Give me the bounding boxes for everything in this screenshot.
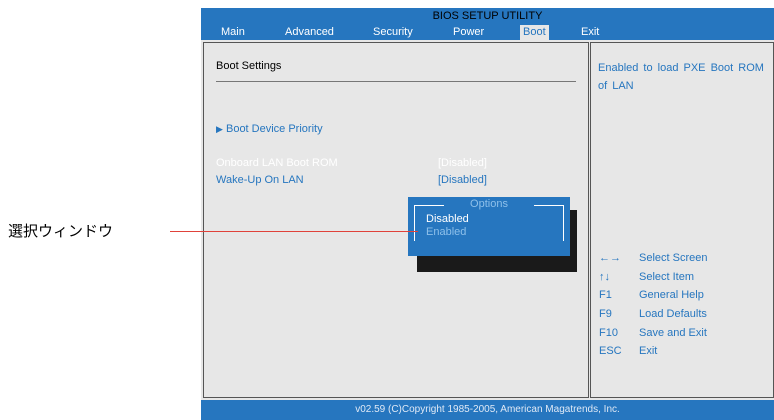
menu-main[interactable]: Main xyxy=(221,25,245,40)
key-desc-load-defaults: Load Defaults xyxy=(639,308,707,320)
options-popup[interactable]: Options Disabled Enabled xyxy=(408,197,570,256)
setting-value-wake-up-on-lan[interactable]: [Disabled] xyxy=(438,174,487,186)
key-esc: ESC xyxy=(599,345,622,357)
copyright-footer: v02.59 (C)Copyright 1985-2005, American … xyxy=(201,400,774,420)
section-divider xyxy=(216,81,576,82)
submenu-arrow-icon: ▶ xyxy=(216,124,223,134)
bios-title: BIOS SETUP UTILITY xyxy=(432,10,543,22)
left-right-arrows-icon: ←→ xyxy=(599,252,621,264)
popup-border xyxy=(414,205,415,241)
key-f9: F9 xyxy=(599,308,612,320)
menu-exit[interactable]: Exit xyxy=(581,25,599,40)
popup-border xyxy=(563,205,564,241)
setting-value-onboard-lan[interactable]: [Disabled] xyxy=(438,157,487,169)
menu-boot[interactable]: Boot xyxy=(520,25,549,40)
menu-advanced[interactable]: Advanced xyxy=(285,25,334,40)
popup-title: Options xyxy=(470,198,508,210)
setting-label-wake-up-on-lan[interactable]: Wake-Up On LAN xyxy=(216,174,304,186)
key-desc-select-item: Select Item xyxy=(639,271,695,283)
key-desc-exit: Exit xyxy=(639,345,658,357)
annotation-leader-line xyxy=(170,231,418,232)
help-description: Enabled to load PXE Boot ROM of LAN xyxy=(598,62,764,92)
annotation-label: 選択ウィンドウ xyxy=(8,222,114,240)
key-desc-select-screen: Select Screen xyxy=(639,252,708,264)
key-desc-save-and-exit: Save and Exit xyxy=(639,327,707,339)
key-desc-general-help: General Help xyxy=(639,289,704,301)
key-f10: F10 xyxy=(599,327,618,339)
menu-power[interactable]: Power xyxy=(453,25,484,40)
option-disabled[interactable]: Disabled xyxy=(426,213,469,225)
menu-bar: Main Advanced Security Power Boot Exit xyxy=(201,25,774,40)
setting-label-onboard-lan[interactable]: Onboard LAN Boot ROM xyxy=(216,157,338,169)
up-down-arrows-icon: ↑↓ xyxy=(599,271,610,283)
section-title: Boot Settings xyxy=(216,60,282,72)
option-enabled[interactable]: Enabled xyxy=(426,226,466,238)
menu-security[interactable]: Security xyxy=(373,25,413,40)
key-f1: F1 xyxy=(599,289,612,301)
boot-device-priority-item[interactable]: ▶ Boot Device Priority xyxy=(216,123,323,135)
bios-window: BIOS SETUP UTILITY Main Advanced Securit… xyxy=(201,8,774,420)
boot-device-priority-label: Boot Device Priority xyxy=(225,123,323,135)
help-pane: Enabled to load PXE Boot ROM of LAN ←→ S… xyxy=(590,42,774,398)
